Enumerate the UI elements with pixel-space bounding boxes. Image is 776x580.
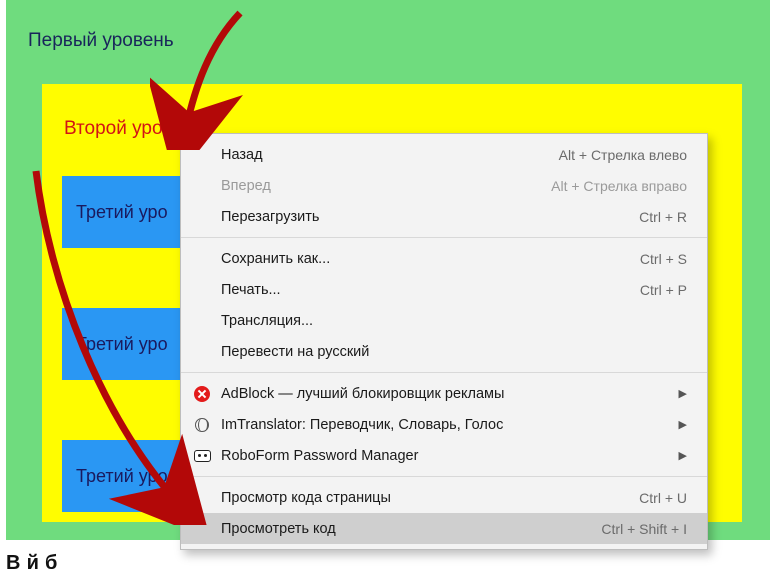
level3-label: Третий уро <box>76 334 168 355</box>
translator-icon <box>193 416 211 434</box>
context-menu-separator <box>181 237 707 238</box>
context-menu-item-label: ImTranslator: Переводчик, Словарь, Голос <box>221 417 665 433</box>
context-menu-item[interactable]: Назад Alt + Стрелка влево <box>181 139 707 170</box>
context-menu-item[interactable]: Просмотреть код Ctrl + Shift + I <box>181 513 707 544</box>
level3-label: Третий уро <box>76 202 168 223</box>
context-menu-item-label: AdBlock — лучший блокировщик рекламы <box>221 386 665 402</box>
context-menu-item-shortcut: Ctrl + P <box>640 282 687 298</box>
context-menu-item[interactable]: AdBlock — лучший блокировщик рекламы▶ <box>181 378 707 409</box>
context-menu-item-shortcut: Ctrl + Shift + I <box>601 521 687 537</box>
context-menu[interactable]: Назад Alt + Стрелка влево Вперед Alt + Стре… <box>180 133 708 550</box>
context-menu-item-shortcut: Ctrl + R <box>639 209 687 225</box>
context-menu-item[interactable]: Сохранить как... Ctrl + S <box>181 243 707 274</box>
context-menu-item[interactable]: RoboForm Password Manager▶ <box>181 440 707 471</box>
context-menu-item-label: Печать... <box>221 282 622 298</box>
context-menu-item[interactable]: Трансляция... <box>181 305 707 336</box>
context-menu-item[interactable]: Перевести на русский <box>181 336 707 367</box>
context-menu-item[interactable]: Печать... Ctrl + P <box>181 274 707 305</box>
context-menu-separator <box>181 476 707 477</box>
context-menu-item-label: Просмотр кода страницы <box>221 490 621 506</box>
context-menu-item-label: Просмотреть код <box>221 521 583 537</box>
context-menu-item-label: Перевести на русский <box>221 344 687 360</box>
context-menu-item-shortcut: Alt + Стрелка влево <box>559 147 687 163</box>
chevron-right-icon: ▶ <box>665 418 687 431</box>
level3-label: Третий уро <box>76 466 168 487</box>
context-menu-item-label: Назад <box>221 147 541 163</box>
adblock-icon <box>193 385 211 403</box>
context-menu-item-label: Трансляция... <box>221 313 687 329</box>
context-menu-item-shortcut: Ctrl + S <box>640 251 687 267</box>
context-menu-item: Вперед Alt + Стрелка вправо <box>181 170 707 201</box>
level1-label: Первый уровень <box>28 30 770 52</box>
context-menu-item-shortcut: Alt + Стрелка вправо <box>551 178 687 194</box>
context-menu-item[interactable]: Перезагрузить Ctrl + R <box>181 201 707 232</box>
context-menu-item-label: Перезагрузить <box>221 209 621 225</box>
chevron-right-icon: ▶ <box>665 387 687 400</box>
chevron-right-icon: ▶ <box>665 449 687 462</box>
context-menu-separator <box>181 372 707 373</box>
context-menu-item-shortcut: Ctrl + U <box>639 490 687 506</box>
context-menu-item[interactable]: Просмотр кода страницы Ctrl + U <box>181 482 707 513</box>
context-menu-item-label: RoboForm Password Manager <box>221 448 665 464</box>
cropped-text-fragment: В й б <box>6 552 58 575</box>
context-menu-item[interactable]: ImTranslator: Переводчик, Словарь, Голос… <box>181 409 707 440</box>
roboform-icon <box>193 447 211 465</box>
context-menu-item-label: Сохранить как... <box>221 251 622 267</box>
context-menu-item-label: Вперед <box>221 178 533 194</box>
